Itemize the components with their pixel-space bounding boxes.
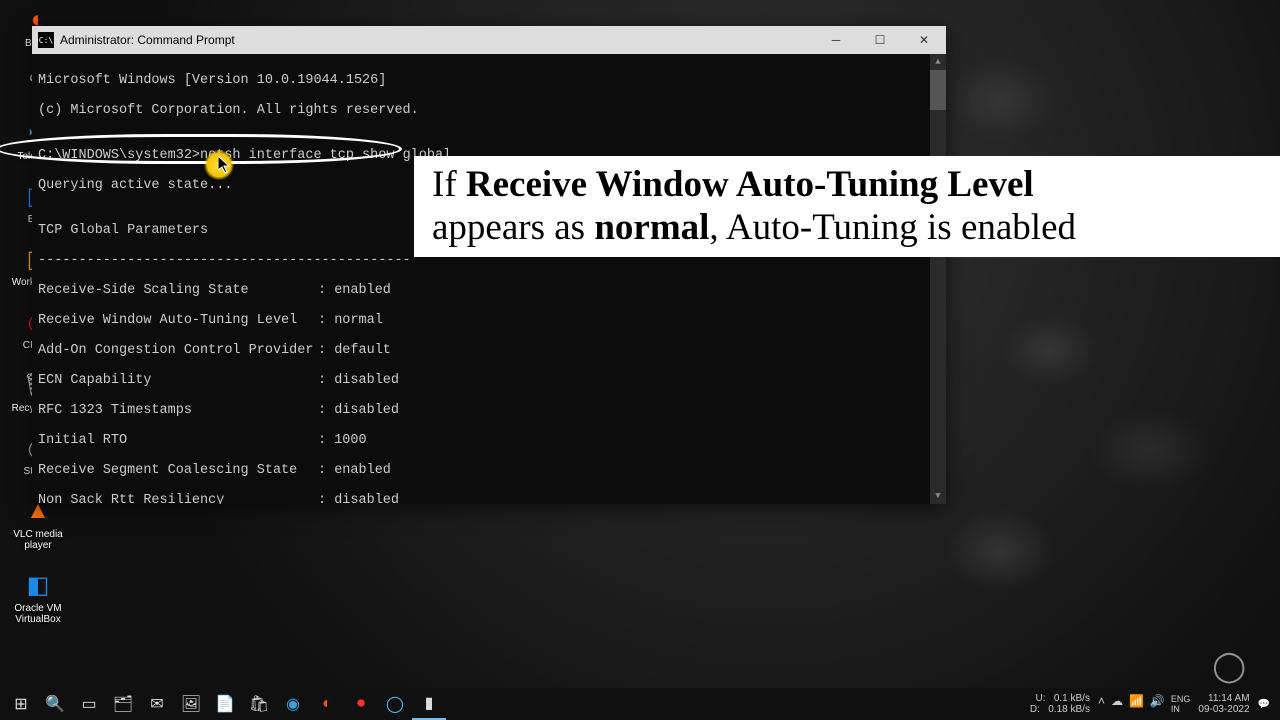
param-row: Non Sack Rtt Resiliency: disabled [38,493,940,504]
param-row: ECN Capability: disabled [38,373,940,388]
banner-line: Microsoft Windows [Version 10.0.19044.15… [38,73,940,88]
param-row: Initial RTO: 1000 [38,433,940,448]
scroll-up-button[interactable]: ▲ [930,54,946,70]
desktop-icon-label: Oracle VM VirtualBox [10,603,66,625]
wifi-icon[interactable]: 📶 [1129,694,1144,714]
scroll-thumb[interactable] [930,70,946,110]
netspeed-indicator: U: 0.1 kB/s D: 0.18 kB/s [1030,694,1090,715]
photos-button[interactable]: 🖼 [174,688,208,720]
terminal-output[interactable]: Microsoft Windows [Version 10.0.19044.15… [32,54,946,504]
onedrive-icon[interactable]: ☁ [1111,694,1123,714]
store-button[interactable]: 🛍 [242,688,276,720]
param-row: Add-On Congestion Control Provider: defa… [38,343,940,358]
cmd-taskbar-button[interactable]: ▮ [412,688,446,720]
taskbar: ⊞ 🔍 ▭ 🗂 ✉ 🖼 📄 🛍 ◉ ◐ ⏺ ◯ ▮ U: 0.1 kB/s D:… [0,688,1280,720]
maximize-button[interactable]: ☐ [858,26,902,54]
desktop-icon-virtualbox[interactable]: ◧ Oracle VM VirtualBox [10,569,66,625]
caption-overlay: If Receive Window Auto-Tuning Level appe… [414,156,1280,257]
window-title: Administrator: Command Prompt [60,33,235,47]
search-button[interactable]: 🔍 [38,688,72,720]
param-row: Receive-Side Scaling State: enabled [38,283,940,298]
banner-line: (c) Microsoft Corporation. All rights re… [38,103,940,118]
window-titlebar[interactable]: C:\ Administrator: Command Prompt ─ ☐ ✕ [32,26,946,54]
caption-bold: Receive Window Auto-Tuning Level [466,164,1034,205]
notes-button[interactable]: 📄 [208,688,242,720]
file-explorer-button[interactable]: 🗂 [106,688,140,720]
virtualbox-icon: ◧ [22,569,54,601]
clock[interactable]: 11:14 AM 09-03-2022 [1198,694,1249,715]
minimize-button[interactable]: ─ [814,26,858,54]
scrollbar[interactable]: ▲ ▼ [930,54,946,504]
mail-button[interactable]: ✉ [140,688,174,720]
caption-text: , Auto-Tuning is enabled [709,207,1076,248]
close-button[interactable]: ✕ [902,26,946,54]
gesture-indicator-icon: ◯ [1212,649,1246,684]
command-prompt-window: C:\ Administrator: Command Prompt ─ ☐ ✕ … [32,26,946,504]
desktop-icon-label: VLC media player [10,529,66,551]
param-row: RFC 1323 Timestamps: disabled [38,403,940,418]
param-row: Receive Segment Coalescing State: enable… [38,463,940,478]
system-tray: U: 0.1 kB/s D: 0.18 kB/s ˄ ☁ 📶 🔊 ENGIN 1… [1030,694,1276,715]
caption-text: appears as [432,207,594,248]
circle-app-button[interactable]: ◯ [378,688,412,720]
language-indicator[interactable]: ENGIN [1171,694,1191,714]
start-button[interactable]: ⊞ [4,688,38,720]
record-button[interactable]: ⏺ [344,688,378,720]
caption-bold: normal [594,207,709,248]
clock-time: 11:14 AM [1208,694,1250,704]
caption-text: If [432,164,466,205]
notifications-button[interactable]: 💬 [1258,699,1270,710]
tray-chevron-icon[interactable]: ˄ [1098,694,1105,714]
scroll-down-button[interactable]: ▼ [930,488,946,504]
taskview-button[interactable]: ▭ [72,688,106,720]
param-row-auto-tuning: Receive Window Auto-Tuning Level: normal [38,313,940,328]
cmd-icon: C:\ [38,32,54,48]
mouse-cursor-icon [218,156,230,174]
brave-taskbar-button[interactable]: ◐ [310,688,344,720]
clock-date: 09-03-2022 [1198,705,1249,715]
volume-icon[interactable]: 🔊 [1150,694,1165,714]
edge-button[interactable]: ◉ [276,688,310,720]
